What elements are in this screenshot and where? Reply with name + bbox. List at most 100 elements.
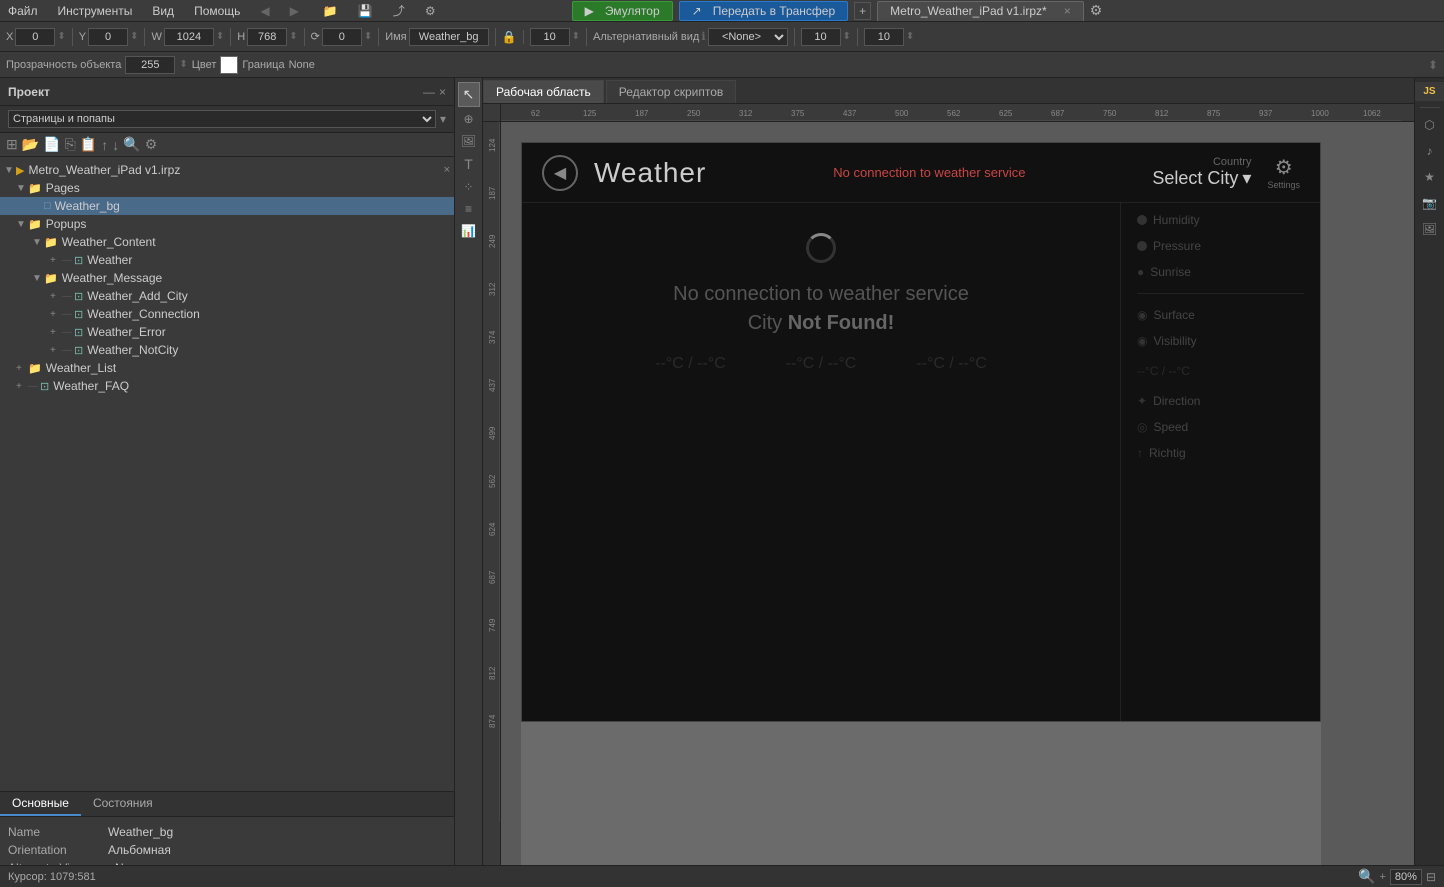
tool-image[interactable]: 🖼 bbox=[458, 131, 480, 151]
y-spinner[interactable]: ⬍ bbox=[130, 31, 138, 42]
padding3-input[interactable] bbox=[864, 28, 904, 46]
menu-view[interactable]: Вид bbox=[148, 2, 178, 20]
tree-tool-down[interactable]: ↓ bbox=[112, 137, 119, 153]
sections-arrow[interactable]: ▾ bbox=[440, 112, 446, 126]
altview-select[interactable]: <None> bbox=[708, 28, 788, 46]
root-close-icon[interactable]: × bbox=[444, 164, 450, 176]
expand-icon[interactable]: ⬍ bbox=[1428, 58, 1438, 72]
tool-dots[interactable]: ⁘ bbox=[458, 177, 480, 197]
rp-icon-camera[interactable]: 📷 bbox=[1415, 192, 1444, 214]
nc-expand[interactable]: + bbox=[50, 345, 62, 356]
zoom-fit-icon[interactable]: ⊟ bbox=[1426, 870, 1436, 884]
tree-tool-search[interactable]: 🔍 bbox=[123, 136, 140, 153]
tree-tool-open[interactable]: 📄 bbox=[43, 136, 60, 153]
altview-info-icon[interactable]: ℹ bbox=[701, 30, 705, 43]
pages-collapse-arrow[interactable]: ▼ bbox=[16, 183, 28, 194]
save-icon[interactable]: 💾 bbox=[354, 2, 377, 20]
tool-align[interactable]: ≡ bbox=[458, 199, 480, 219]
tree-not-city[interactable]: + — ⊡ Weather_NotCity bbox=[0, 341, 454, 359]
color-swatch[interactable] bbox=[220, 56, 238, 74]
tree-tool-paste[interactable]: 📋 bbox=[80, 136, 97, 153]
tree-weather-list[interactable]: + 📁 Weather_List bbox=[0, 359, 454, 377]
tree-weather-bg[interactable]: □ Weather_bg bbox=[0, 197, 454, 215]
emulator-button[interactable]: ▶ Эмулятор bbox=[572, 1, 673, 21]
tree-error[interactable]: + — ⊡ Weather_Error bbox=[0, 323, 454, 341]
zoom-out-button[interactable]: 🔍 bbox=[1358, 868, 1375, 885]
wm-arrow[interactable]: ▼ bbox=[32, 273, 44, 284]
tool-interact[interactable]: ⊕ bbox=[458, 109, 480, 129]
rp-icon-image[interactable]: 🖼 bbox=[1415, 218, 1444, 240]
angle-spinner[interactable]: ⬍ bbox=[364, 31, 372, 42]
conn-expand[interactable]: + bbox=[50, 309, 62, 320]
angle-input[interactable] bbox=[322, 28, 362, 46]
ac-expand[interactable]: + bbox=[50, 291, 62, 302]
h-input[interactable] bbox=[247, 28, 287, 46]
toolbar-gear-button[interactable]: ⚙ bbox=[1090, 2, 1103, 19]
panel-close-icon[interactable]: × bbox=[439, 85, 446, 99]
tree-add-city[interactable]: + — ⊡ Weather_Add_City bbox=[0, 287, 454, 305]
lock-icon[interactable]: 🔒 bbox=[502, 30, 517, 44]
back-button[interactable]: ◀ bbox=[542, 155, 578, 191]
canvas-viewport[interactable]: ◀ Weather No connection to weather servi… bbox=[501, 122, 1414, 887]
new-tab-icon[interactable]: + bbox=[854, 2, 871, 20]
popups-collapse-arrow[interactable]: ▼ bbox=[16, 219, 28, 230]
w-spinner[interactable]: ⬍ bbox=[216, 31, 224, 42]
tree-tool-settings[interactable]: ⚙ bbox=[145, 136, 158, 153]
tab-basic[interactable]: Основные bbox=[0, 792, 81, 816]
menu-file[interactable]: Файл bbox=[4, 2, 42, 20]
tree-tool-copy[interactable]: ⎘ bbox=[65, 136, 76, 153]
err-expand[interactable]: + bbox=[50, 327, 62, 338]
tree-tool-new-page[interactable]: ⊞ bbox=[6, 136, 18, 153]
name-input[interactable] bbox=[409, 28, 489, 46]
tool-text[interactable]: T bbox=[458, 153, 480, 175]
tree-connection[interactable]: + — ⊡ Weather_Connection bbox=[0, 305, 454, 323]
padding-input[interactable] bbox=[530, 28, 570, 46]
opacity-input[interactable] bbox=[125, 56, 175, 74]
tree-root-file[interactable]: ▼ ▶ Metro_Weather_iPad v1.irpz × bbox=[0, 161, 454, 179]
rp-icon-star[interactable]: ★ bbox=[1415, 166, 1444, 188]
padding3-spinner[interactable]: ⬍ bbox=[906, 31, 914, 42]
rp-icon-layers[interactable]: ⬡ bbox=[1415, 114, 1444, 136]
tab-working-area[interactable]: Рабочая область bbox=[483, 80, 604, 103]
city-dropdown[interactable]: Select City ▾ bbox=[1152, 168, 1251, 189]
tree-tool-new-folder[interactable]: 📂 bbox=[22, 136, 39, 153]
rp-icon-music[interactable]: ♪ bbox=[1415, 140, 1444, 162]
y-input[interactable] bbox=[88, 28, 128, 46]
city-selector[interactable]: Country Select City ▾ bbox=[1152, 156, 1251, 189]
tree-weather-widget[interactable]: + — ⊡ Weather bbox=[0, 251, 454, 269]
tree-weather-faq[interactable]: + — ⊡ Weather_FAQ bbox=[0, 377, 454, 395]
file-tab-close[interactable]: × bbox=[1060, 2, 1075, 20]
menu-tools[interactable]: Инструменты bbox=[54, 2, 137, 20]
padding-spinner[interactable]: ⬍ bbox=[572, 31, 580, 42]
transfer-button[interactable]: ↗ Передать в Трансфер bbox=[679, 1, 849, 21]
tree-popups-folder[interactable]: ▼ 📁 Popups bbox=[0, 215, 454, 233]
menu-arrow-left[interactable]: ◀ bbox=[256, 2, 273, 20]
gear-icon[interactable]: ⚙ bbox=[421, 2, 440, 20]
tool-chart[interactable]: 📊 bbox=[458, 221, 480, 241]
ww-expand[interactable]: + bbox=[50, 255, 62, 266]
root-collapse-arrow[interactable]: ▼ bbox=[4, 165, 16, 176]
menu-arrow-right[interactable]: ▶ bbox=[286, 2, 303, 20]
sections-select[interactable]: Страницы и попапы bbox=[8, 110, 436, 128]
export-icon[interactable]: ⤴ bbox=[389, 0, 409, 21]
tree-weather-message[interactable]: ▼ 📁 Weather_Message bbox=[0, 269, 454, 287]
w-input[interactable] bbox=[164, 28, 214, 46]
tree-tool-up[interactable]: ↑ bbox=[101, 137, 108, 153]
tree-weather-content[interactable]: ▼ 📁 Weather_Content bbox=[0, 233, 454, 251]
tree-pages-folder[interactable]: ▼ 📁 Pages bbox=[0, 179, 454, 197]
faq-expand[interactable]: + bbox=[16, 381, 28, 392]
panel-minimize-icon[interactable]: — bbox=[423, 85, 435, 99]
file-tab[interactable]: Metro_Weather_iPad v1.irpz* × bbox=[877, 1, 1084, 21]
opacity-spinner[interactable]: ⬍ bbox=[179, 59, 187, 70]
padding2-spinner[interactable]: ⬍ bbox=[843, 31, 851, 42]
wl-expand[interactable]: + bbox=[16, 363, 28, 374]
settings-button[interactable]: ⚙ Settings bbox=[1267, 155, 1300, 190]
tab-states[interactable]: Состояния bbox=[81, 792, 165, 816]
tab-script-editor[interactable]: Редактор скриптов bbox=[606, 80, 737, 103]
rp-icon-js[interactable]: JS bbox=[1415, 82, 1444, 101]
tool-select[interactable]: ↖ bbox=[458, 82, 480, 107]
wc-arrow[interactable]: ▼ bbox=[32, 237, 44, 248]
open-icon[interactable]: 📁 bbox=[319, 2, 342, 20]
h-spinner[interactable]: ⬍ bbox=[289, 31, 297, 42]
x-spinner[interactable]: ⬍ bbox=[57, 31, 65, 42]
